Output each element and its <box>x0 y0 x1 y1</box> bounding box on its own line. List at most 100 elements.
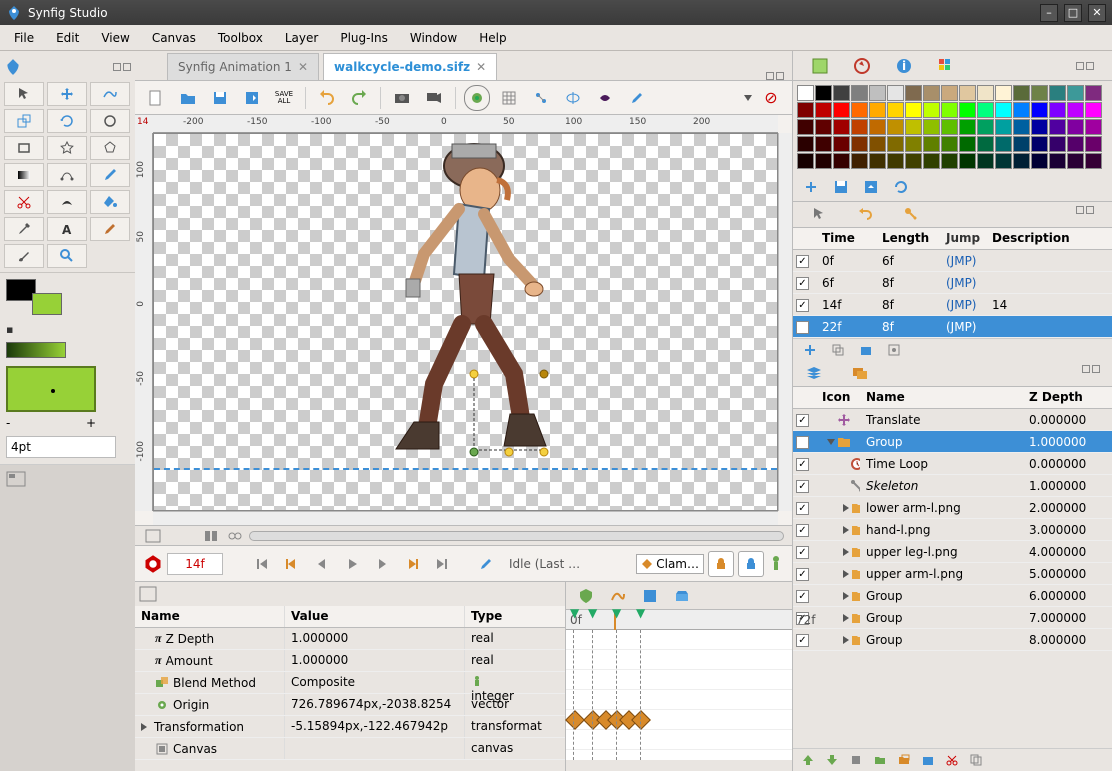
canvas[interactable] <box>153 133 778 511</box>
new-file-icon[interactable] <box>143 85 169 111</box>
palette-color[interactable] <box>869 119 886 135</box>
kf-props-icon[interactable] <box>887 343 901 357</box>
layer-visible-checkbox[interactable]: ✓ <box>796 480 809 493</box>
menu-view[interactable]: View <box>91 27 139 49</box>
layer-row[interactable]: ✓Skeleton1.000000 <box>793 475 1112 497</box>
tab-close-icon[interactable]: ✕ <box>476 60 486 74</box>
star-tool[interactable] <box>47 136 87 160</box>
palette-color[interactable] <box>1013 102 1030 118</box>
keyframe-key-icon[interactable] <box>903 206 919 222</box>
expand-icon[interactable] <box>843 526 849 534</box>
layer-visible-checkbox[interactable]: ✓ <box>796 546 809 559</box>
palette-color[interactable] <box>1085 119 1102 135</box>
layer-visible-checkbox[interactable]: ✓ <box>796 414 809 427</box>
palette-color[interactable] <box>1067 119 1084 135</box>
transform-tool[interactable] <box>47 82 87 106</box>
timetrack-area[interactable] <box>566 630 792 760</box>
menu-canvas[interactable]: Canvas <box>142 27 206 49</box>
palette-color[interactable] <box>887 136 904 152</box>
layer-visible-checkbox[interactable]: ✓ <box>796 436 809 449</box>
tab-close-icon[interactable]: ✕ <box>298 60 308 74</box>
seek-end-icon[interactable] <box>429 551 455 577</box>
layer-row[interactable]: ✓hand-l.png3.000000 <box>793 519 1112 541</box>
panel-dock-icon[interactable] <box>1086 62 1094 70</box>
palette-color[interactable] <box>1085 136 1102 152</box>
keyframe-marker-icon[interactable]: ▼ <box>570 606 579 620</box>
layer-cut-icon[interactable] <box>945 753 959 767</box>
polygon-tool[interactable] <box>90 136 130 160</box>
palette-color[interactable] <box>995 153 1012 169</box>
kf-add-icon[interactable] <box>803 343 817 357</box>
kf-active-checkbox[interactable]: ✓ <box>796 277 809 290</box>
layer-down-icon[interactable] <box>825 753 839 767</box>
snap-guides-icon[interactable] <box>592 85 618 111</box>
dropdown-icon[interactable] <box>744 95 752 101</box>
palette-color[interactable] <box>959 102 976 118</box>
kf-duplicate-icon[interactable] <box>831 343 845 357</box>
palette-color[interactable] <box>815 153 832 169</box>
palette-color[interactable] <box>869 85 886 101</box>
palette-color[interactable] <box>977 119 994 135</box>
panel-dock-icon[interactable] <box>1076 62 1084 70</box>
brush-mode-icon[interactable] <box>473 551 499 577</box>
kf-active-checkbox[interactable]: ✓ <box>796 255 809 268</box>
panel-dock-icon[interactable] <box>776 72 784 80</box>
menu-toolbox[interactable]: Toolbox <box>208 27 273 49</box>
next-keyframe-icon[interactable] <box>399 551 425 577</box>
sketch-tool[interactable] <box>90 217 130 241</box>
gradient-tool[interactable] <box>4 163 44 187</box>
layer-row[interactable]: ✓Group7.000000 <box>793 607 1112 629</box>
animate-mode-icon[interactable] <box>143 554 163 574</box>
layer-row[interactable]: ✓Translate0.000000 <box>793 409 1112 431</box>
expand-icon[interactable] <box>843 548 849 556</box>
params-header-value[interactable]: Value <box>285 606 465 627</box>
palette-color[interactable] <box>1013 85 1030 101</box>
palette-color[interactable] <box>905 136 922 152</box>
palette-add-icon[interactable] <box>803 179 819 195</box>
spline-tool[interactable] <box>47 163 87 187</box>
smooth-move-tool[interactable] <box>90 82 130 106</box>
palette-color[interactable] <box>941 136 958 152</box>
palette-color[interactable] <box>851 153 868 169</box>
menu-plugins[interactable]: Plug-Ins <box>330 27 398 49</box>
palette-color[interactable] <box>833 119 850 135</box>
keyframe-row[interactable]: ✓22f8f(JMP) <box>793 316 1112 338</box>
close-button[interactable]: ✕ <box>1088 4 1106 22</box>
layer-row[interactable]: ✓Time Loop0.000000 <box>793 453 1112 475</box>
params-header-name[interactable]: Name <box>135 606 285 627</box>
palette-color[interactable] <box>833 102 850 118</box>
palette-color[interactable] <box>905 85 922 101</box>
expand-icon[interactable] <box>827 439 835 445</box>
palette-color[interactable] <box>869 102 886 118</box>
params-header-type[interactable]: Type <box>465 606 565 627</box>
size-increase[interactable]: + <box>86 416 96 430</box>
param-row[interactable]: Transformation-5.15894px,-122.467942ptra… <box>135 716 565 738</box>
palette-color[interactable] <box>923 119 940 135</box>
palette-color[interactable] <box>1049 102 1066 118</box>
prev-keyframe-icon[interactable] <box>279 551 305 577</box>
menu-layer[interactable]: Layer <box>275 27 328 49</box>
palette-color[interactable] <box>941 119 958 135</box>
palette-color[interactable] <box>1067 85 1084 101</box>
layer-visible-checkbox[interactable]: ✓ <box>796 458 809 471</box>
palette-color[interactable] <box>995 102 1012 118</box>
menu-window[interactable]: Window <box>400 27 467 49</box>
reset-colors-icon[interactable]: ▪ <box>6 323 13 336</box>
tool-options-icon[interactable] <box>624 85 650 111</box>
open-file-icon[interactable] <box>175 85 201 111</box>
panel-icon[interactable] <box>6 471 26 487</box>
palette-color[interactable] <box>887 85 904 101</box>
expand-icon[interactable] <box>843 636 849 644</box>
sets-tab-icon[interactable] <box>851 365 869 381</box>
palette-color[interactable] <box>851 119 868 135</box>
palette-color[interactable] <box>869 153 886 169</box>
panel-dock-icon[interactable] <box>1076 206 1084 214</box>
expand-icon[interactable] <box>843 614 849 622</box>
zoom-fit-icon[interactable] <box>143 528 163 544</box>
layer-visible-checkbox[interactable]: ✓ <box>796 590 809 603</box>
palette-color[interactable] <box>1031 136 1048 152</box>
layer-row[interactable]: ✓Group1.000000 <box>793 431 1112 453</box>
palette-color[interactable] <box>815 136 832 152</box>
param-row[interactable]: π Z Depth1.000000real <box>135 628 565 650</box>
brush-size-input[interactable] <box>6 436 116 458</box>
